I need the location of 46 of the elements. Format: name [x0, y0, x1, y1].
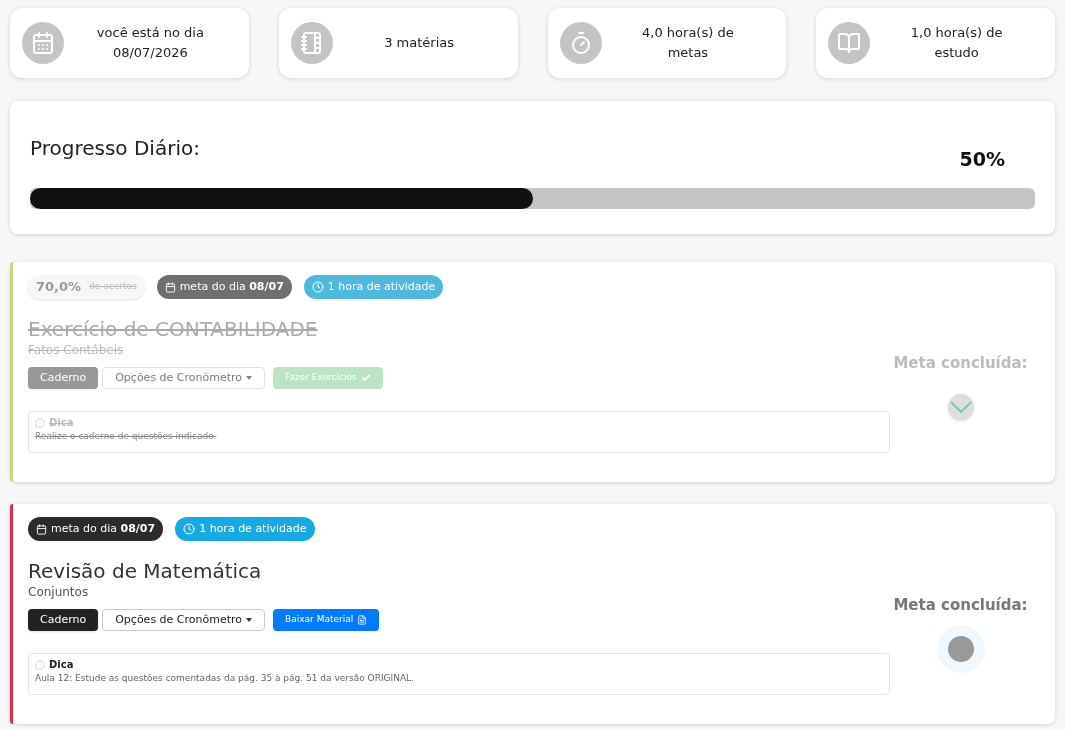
calendar-icon: [36, 523, 47, 535]
notebook-button[interactable]: Caderno: [28, 367, 99, 389]
action-button[interactable]: Baixar Material: [273, 609, 380, 631]
tip-text: Aula 12: Estude as questões comentadas da pág. 35 à pág. 51 da versão ORIGINAL.: [35, 672, 415, 685]
timer-options-button[interactable]: Opções de Cronômetro: [102, 609, 266, 631]
goal-checkbox[interactable]: [947, 393, 974, 420]
stat-text: você está no dia: [96, 24, 204, 42]
goal-label: Meta concluída:: [893, 595, 1028, 616]
stopwatch-icon: [559, 22, 602, 64]
goal-checkbox[interactable]: [947, 635, 974, 662]
document-icon: [357, 615, 368, 625]
tip-title: Dica: [49, 416, 74, 430]
calendar-icon: [164, 281, 176, 293]
stat-text: 1,0 hora(s) de: [910, 24, 1003, 42]
progress-percent: 50%: [959, 147, 1005, 172]
tip-title: Dica: [49, 658, 74, 672]
time-badge: 1 hora de atividade: [175, 517, 315, 541]
caret-icon: [246, 618, 253, 622]
notebook-icon: [290, 22, 333, 64]
stat-text: metas: [667, 44, 709, 62]
date-badge: meta do dia 08/07: [156, 275, 292, 299]
score-badge: 70,0% de acertos: [28, 275, 145, 299]
timer-options-button[interactable]: Opções de Cronômetro: [102, 367, 266, 389]
book-icon: [828, 22, 871, 64]
goal-label: Meta concluída:: [893, 353, 1028, 374]
check-icon: [949, 400, 972, 413]
stat-text: 08/07/2026: [112, 44, 188, 62]
stat-text: 3 matérias: [384, 34, 455, 52]
clock-icon: [183, 523, 196, 535]
task-title: Exercício de CONTABILIDADE: [28, 317, 319, 341]
stat-text: 4,0 hora(s) de: [642, 24, 734, 42]
time-badge: 1 hora de atividade: [303, 275, 444, 299]
check-icon: [360, 373, 371, 383]
notebook-button[interactable]: Caderno: [28, 609, 99, 631]
caret-icon: [246, 376, 253, 380]
progress-title: Progresso Diário:: [30, 135, 200, 162]
clock-icon: [311, 281, 324, 293]
task-title: Revisão de Matemática: [28, 559, 263, 583]
task-subtitle: Fatos Contábeis: [28, 342, 125, 359]
task-subtitle: Conjuntos: [28, 584, 90, 601]
speech-bubble-icon: [35, 417, 45, 428]
date-badge: meta do dia 08/07: [28, 517, 164, 541]
speech-bubble-icon: [35, 659, 45, 670]
stat-text: estudo: [934, 44, 979, 62]
calendar-icon: [22, 22, 64, 64]
tip-text: Realize o caderno de questões indicado.: [35, 430, 218, 443]
